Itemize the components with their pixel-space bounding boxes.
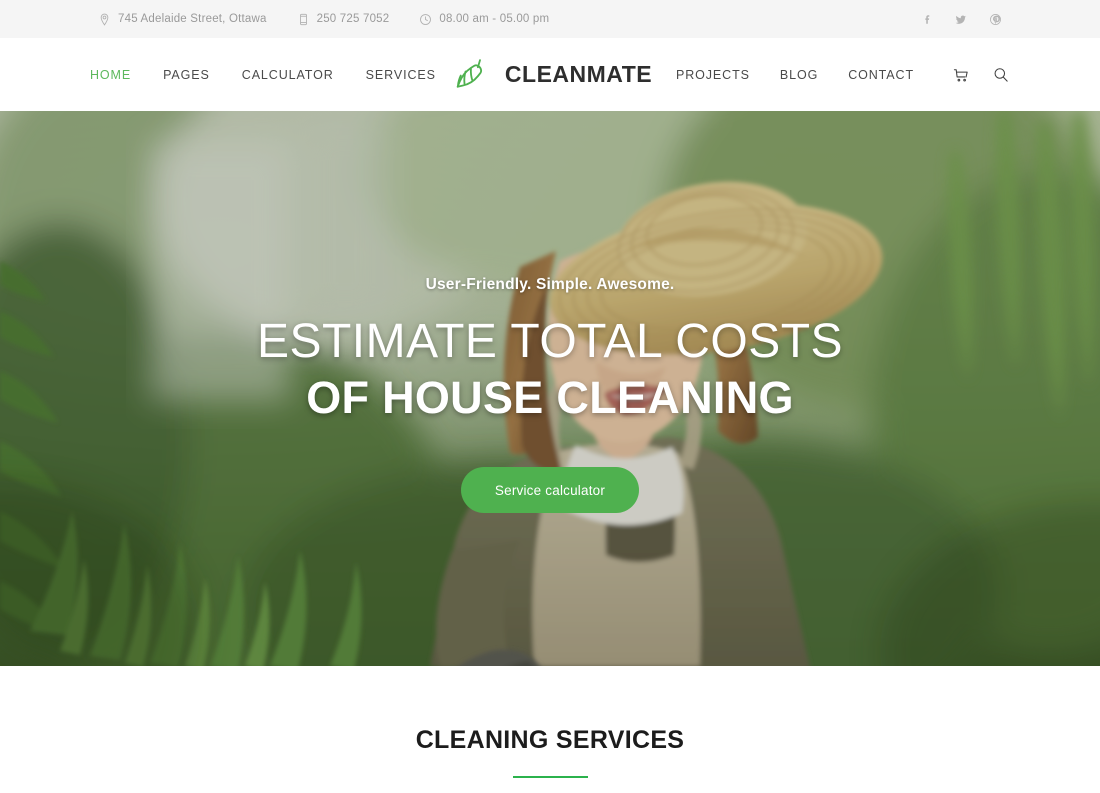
hero-subtitle: User-Friendly. Simple. Awesome. bbox=[425, 276, 675, 293]
facebook-icon[interactable] bbox=[920, 11, 934, 27]
hero-content: User-Friendly. Simple. Awesome. ESTIMATE… bbox=[0, 111, 1100, 666]
service-calculator-button[interactable]: Service calculator bbox=[460, 467, 640, 514]
broom-icon bbox=[448, 52, 494, 98]
nav-item-blog[interactable]: BLOG bbox=[780, 68, 818, 82]
hours-text: 08.00 am - 05.00 pm bbox=[439, 13, 550, 25]
phone-info: 250 725 7052 bbox=[297, 13, 390, 26]
cleaning-services-section: CLEANING SERVICES bbox=[0, 666, 1100, 793]
hero-title-line-1: ESTIMATE TOTAL COSTS bbox=[256, 315, 844, 368]
phone-text: 250 725 7052 bbox=[316, 13, 390, 25]
nav-item-services[interactable]: SERVICES bbox=[366, 68, 436, 82]
address-text: 745 Adelaide Street, Ottawa bbox=[118, 13, 267, 25]
logo-text: CLEANMATE bbox=[504, 61, 653, 87]
mobile-phone-icon bbox=[297, 13, 310, 26]
hero-title-line-2: OF HOUSE CLEANING bbox=[306, 371, 794, 423]
twitter-icon[interactable] bbox=[954, 11, 968, 27]
nav-item-projects[interactable]: PROJECTS bbox=[676, 68, 750, 82]
hero-banner: User-Friendly. Simple. Awesome. ESTIMATE… bbox=[0, 111, 1100, 666]
shopping-cart-icon[interactable] bbox=[952, 66, 970, 84]
hours-info: 08.00 am - 05.00 pm bbox=[419, 13, 549, 26]
nav-item-calculator[interactable]: CALCULATOR bbox=[242, 68, 334, 82]
header-action-icons bbox=[952, 66, 1010, 84]
pinterest-icon[interactable] bbox=[988, 11, 1002, 27]
nav-item-contact[interactable]: CONTACT bbox=[848, 68, 914, 82]
nav-item-pages[interactable]: PAGES bbox=[163, 68, 210, 82]
search-icon[interactable] bbox=[992, 66, 1010, 84]
topbar-info-group: 745 Adelaide Street, Ottawa 250 725 7052… bbox=[98, 13, 920, 26]
site-logo[interactable]: CLEANMATE bbox=[448, 52, 652, 98]
section-divider bbox=[512, 776, 588, 778]
clock-icon bbox=[419, 13, 432, 26]
nav-item-home[interactable]: HOME bbox=[90, 68, 131, 82]
site-header: HOME PAGES CALCULATOR SERVICES CLEANMATE… bbox=[0, 38, 1100, 111]
section-title: CLEANING SERVICES bbox=[415, 726, 685, 754]
top-bar: 745 Adelaide Street, Ottawa 250 725 7052… bbox=[0, 0, 1100, 38]
location-pin-icon bbox=[98, 13, 111, 26]
address-info: 745 Adelaide Street, Ottawa bbox=[98, 13, 267, 26]
social-links bbox=[920, 11, 1002, 27]
